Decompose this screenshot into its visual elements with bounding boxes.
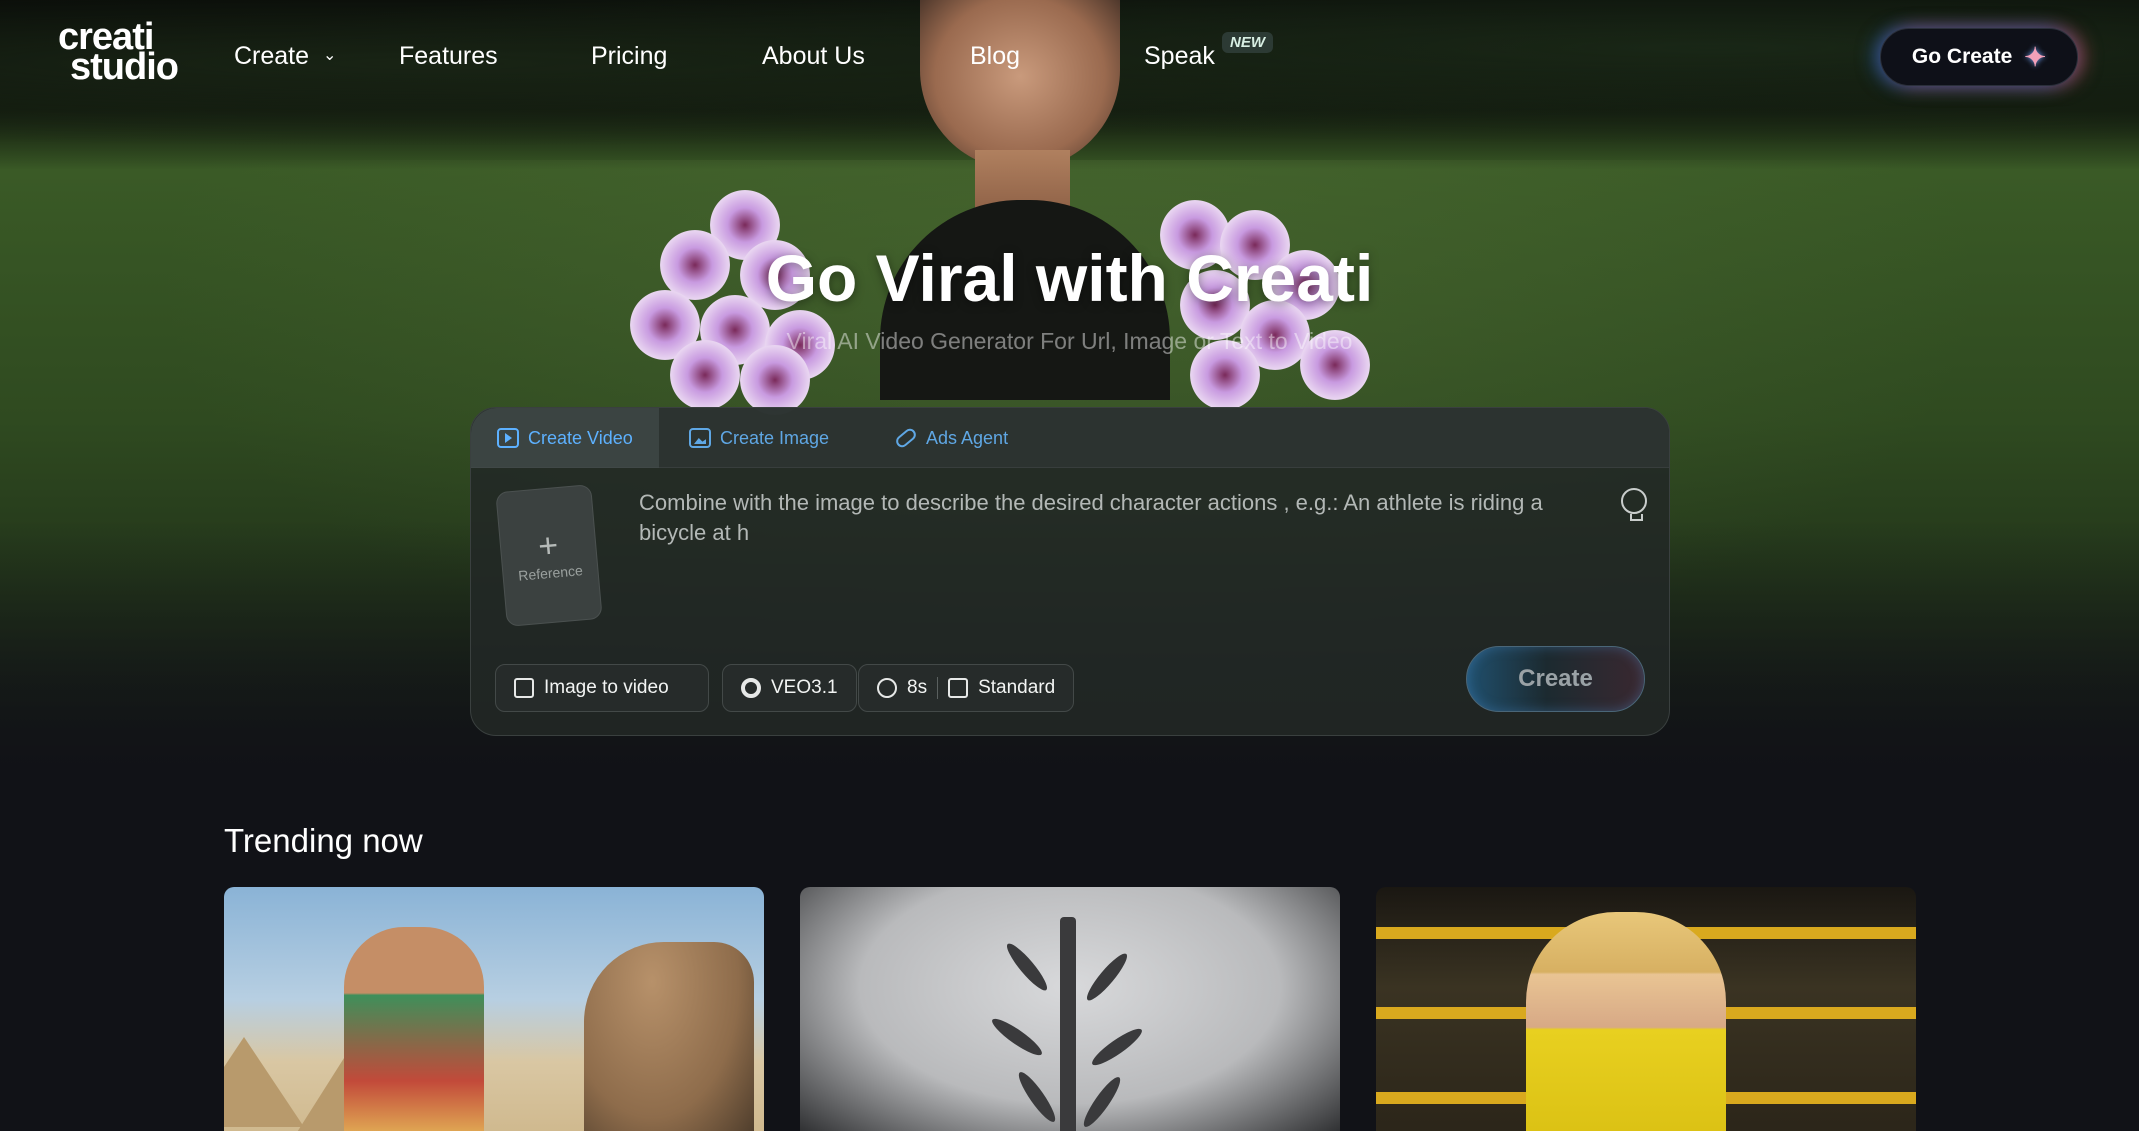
composer-tabs: Create Video Create Image Ads Agent xyxy=(471,408,1669,468)
hero-title: Go Viral with Creati xyxy=(765,241,1374,315)
creati-studio-logo[interactable]: creati studio xyxy=(58,18,188,88)
reference-label: Reference xyxy=(517,561,584,584)
aspect-ratio-icon xyxy=(948,678,969,698)
new-badge: NEW xyxy=(1222,32,1273,53)
nav-about-us[interactable]: About Us xyxy=(762,42,865,71)
prompt-input[interactable]: Combine with the image to describe the d… xyxy=(639,488,1599,548)
nav-blog[interactable]: Blog xyxy=(970,42,1020,71)
quality-value: Standard xyxy=(978,677,1056,698)
lightbulb-icon[interactable] xyxy=(1621,488,1647,521)
bamboo-tattoo xyxy=(988,907,1146,1131)
trending-camel xyxy=(584,942,754,1131)
trending-card-boxing-ring[interactable] xyxy=(1376,887,1916,1131)
trending-card-pyramids[interactable] xyxy=(224,887,764,1131)
model-logo-icon xyxy=(741,678,761,698)
image-icon xyxy=(689,428,711,448)
tab-create-image[interactable]: Create Image xyxy=(689,408,829,468)
image-icon xyxy=(514,678,534,698)
plus-icon: + xyxy=(536,525,560,566)
nav-pricing[interactable]: Pricing xyxy=(591,42,667,71)
mode-select[interactable]: Image to video xyxy=(495,664,709,712)
trending-title: Trending now xyxy=(224,822,423,859)
top-navigation: creati studio Create ⌄ Features Pricing A… xyxy=(0,0,2139,115)
reference-upload-card[interactable]: + Reference xyxy=(495,484,603,627)
nav-speak[interactable]: Speak xyxy=(1144,42,1215,71)
video-play-icon xyxy=(497,428,519,448)
trending-card-bamboo-tattoo[interactable] xyxy=(800,887,1340,1131)
create-button[interactable]: Create xyxy=(1466,646,1645,712)
nav-features[interactable]: Features xyxy=(399,42,498,71)
nav-create[interactable]: Create ⌄ xyxy=(234,42,336,71)
tab-ads-agent[interactable]: Ads Agent xyxy=(893,408,1008,468)
chevron-down-icon: ⌄ xyxy=(323,47,337,64)
create-composer-panel: Create Video Create Image Ads Agent + Re… xyxy=(470,407,1670,736)
go-create-label: Go Create xyxy=(1911,45,2013,68)
hero-subtitle: Viral AI Video Generator For Url, Image … xyxy=(786,328,1353,354)
link-icon xyxy=(893,426,919,450)
sparkle-icon: ✦ xyxy=(2024,41,2047,72)
model-select[interactable]: VEO3.1 xyxy=(722,664,857,712)
duration-quality-select[interactable]: 8s Standard xyxy=(858,664,1075,712)
go-create-button[interactable]: Go Create ✦ xyxy=(1880,28,2078,86)
logo-line-2: studio xyxy=(70,46,179,88)
tab-create-video[interactable]: Create Video xyxy=(471,408,659,468)
duration-value: 8s xyxy=(907,677,928,698)
clock-icon xyxy=(877,678,897,698)
trending-fighter xyxy=(1526,912,1726,1131)
trending-person xyxy=(344,927,484,1131)
